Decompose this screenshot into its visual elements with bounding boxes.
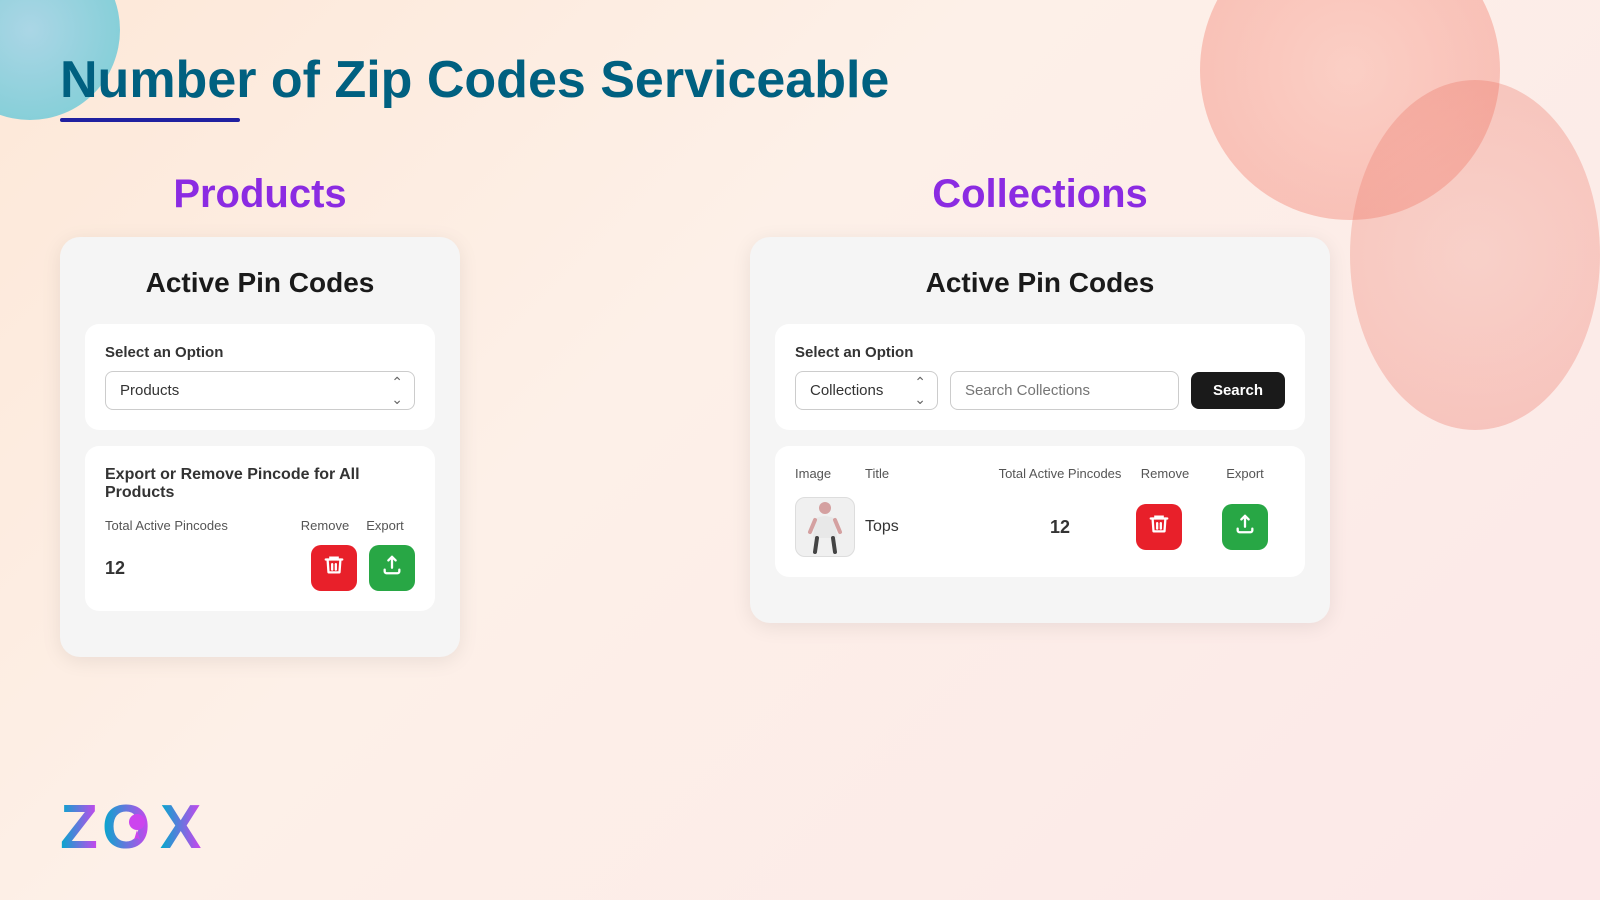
products-select[interactable]: Products Collections: [105, 371, 415, 410]
products-select-wrapper: Products Collections ⌃⌄: [105, 371, 415, 410]
tops-product-figure: [805, 500, 845, 555]
collections-row-title: Tops: [865, 518, 995, 536]
collections-remove-button[interactable]: [1136, 504, 1182, 550]
collections-search-input[interactable]: [950, 371, 1179, 410]
logo: Z O X: [60, 790, 220, 860]
collections-heading: Collections: [932, 172, 1148, 217]
collections-section: Collections Active Pin Codes Select an O…: [540, 172, 1540, 657]
collections-col-total-header: Total Active Pincodes: [995, 466, 1125, 481]
products-col-remove-header: Remove: [295, 518, 355, 533]
collections-select-wrapper: Products Collections ⌃⌄: [795, 371, 938, 410]
products-export-button[interactable]: [369, 545, 415, 591]
main-content: Number of Zip Codes Serviceable Products…: [0, 0, 1600, 707]
collections-col-image-header: Image: [795, 466, 865, 481]
page-title: Number of Zip Codes Serviceable: [60, 50, 1540, 110]
products-remove-icon: [323, 554, 345, 582]
products-col-total-header: Total Active Pincodes: [105, 518, 295, 533]
collections-row-export-cell: [1205, 504, 1285, 550]
collections-export-icon: [1234, 513, 1256, 541]
collections-card-title: Active Pin Codes: [775, 267, 1305, 299]
products-card: Active Pin Codes Select an Option Produc…: [60, 237, 460, 657]
products-table-header: Total Active Pincodes Remove Export: [105, 518, 415, 533]
collections-select[interactable]: Products Collections: [795, 371, 938, 410]
products-heading: Products: [173, 172, 346, 217]
products-export-inner-card: Export or Remove Pincode for All Product…: [85, 446, 435, 611]
title-underline: [60, 118, 240, 122]
collections-remove-icon: [1148, 513, 1170, 541]
collections-col-remove-header: Remove: [1125, 466, 1205, 481]
products-col-export-header: Export: [355, 518, 415, 533]
collections-select-inner-card: Select an Option Products Collections ⌃⌄…: [775, 324, 1305, 430]
collections-row-total: 12: [995, 517, 1125, 538]
products-remove-button[interactable]: [311, 545, 357, 591]
collections-card: Active Pin Codes Select an Option Produc…: [750, 237, 1330, 623]
collections-select-search-row: Products Collections ⌃⌄ Search: [795, 371, 1285, 410]
collections-data-row: Tops 12: [795, 497, 1285, 557]
svg-text:X: X: [160, 793, 201, 860]
collections-table-inner-card: Image Title Total Active Pincodes Remove…: [775, 446, 1305, 577]
svg-text:Z: Z: [60, 793, 98, 860]
collections-select-label: Select an Option: [795, 344, 1285, 361]
products-select-label: Select an Option: [105, 344, 415, 361]
collections-export-button[interactable]: [1222, 504, 1268, 550]
products-export-label: Export or Remove Pincode for All Product…: [105, 466, 415, 502]
collections-col-title-header: Title: [865, 466, 995, 481]
collections-table-header: Image Title Total Active Pincodes Remove…: [795, 466, 1285, 481]
products-select-inner-card: Select an Option Products Collections ⌃⌄: [85, 324, 435, 430]
collections-search-button[interactable]: Search: [1191, 372, 1285, 409]
products-section: Products Active Pin Codes Select an Opti…: [60, 172, 460, 657]
logo-svg: Z O X: [60, 790, 220, 860]
collections-row-image: [795, 497, 855, 557]
products-export-icon: [381, 554, 403, 582]
panels-row: Products Active Pin Codes Select an Opti…: [60, 172, 1540, 657]
products-total-value: 12: [105, 558, 311, 579]
products-data-row: 12: [105, 545, 415, 591]
products-card-title: Active Pin Codes: [85, 267, 435, 299]
collections-col-export-header: Export: [1205, 466, 1285, 481]
collections-row-remove-cell: [1125, 504, 1205, 550]
